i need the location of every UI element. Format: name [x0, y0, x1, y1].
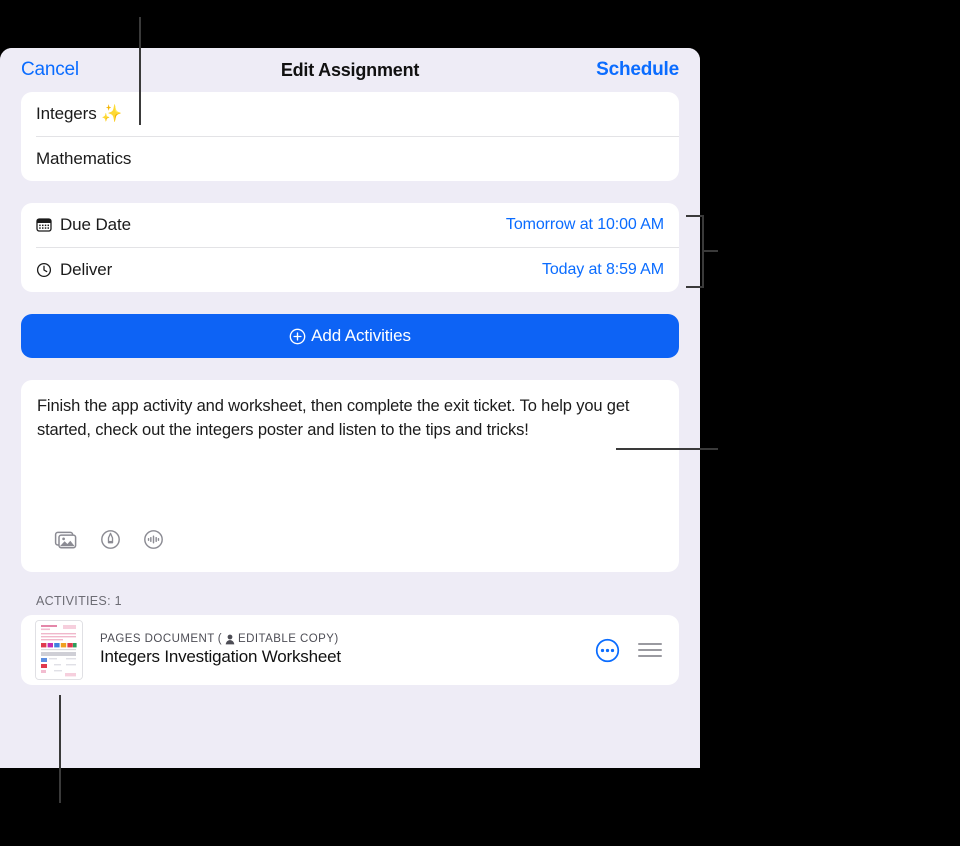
dates-card: Due Date Tomorrow at 10:00 AM Deliver To…	[21, 203, 679, 292]
callout-line-description	[616, 448, 718, 450]
description-toolbar	[54, 529, 164, 550]
activity-title: Integers Investigation Worksheet	[100, 647, 341, 666]
callout-line-activity	[59, 695, 61, 803]
description-card[interactable]: Finish the app activity and worksheet, t…	[21, 380, 679, 572]
assignment-fields-card: Integers ✨ Mathematics	[21, 92, 679, 181]
add-activities-label: Add Activities	[311, 326, 411, 345]
calendar-icon	[36, 217, 52, 233]
activity-copy-badge: EDITABLE COPY)	[238, 633, 339, 645]
activity-actions	[595, 638, 662, 663]
more-circle-icon[interactable]	[595, 638, 620, 663]
deliver-label: Deliver	[60, 260, 113, 279]
cancel-button[interactable]: Cancel	[21, 59, 79, 81]
page-title: Edit Assignment	[280, 59, 420, 80]
add-activities-button[interactable]: Add Activities	[21, 314, 679, 358]
activity-kind-label: PAGES DOCUMENT	[100, 633, 215, 645]
audio-icon[interactable]	[143, 529, 164, 550]
drag-handle-icon[interactable]	[638, 643, 662, 657]
callout-bracket-dates	[686, 215, 704, 288]
callout-bracket-stub	[704, 250, 718, 252]
document-thumbnail	[35, 620, 83, 680]
deliver-value[interactable]: Today at 8:59 AM	[542, 261, 664, 279]
person-icon	[225, 634, 235, 645]
activities-section-header: ACTIVITIES: 1	[36, 594, 122, 608]
activity-row[interactable]: PAGES DOCUMENT ( EDITABLE COPY) Integers…	[21, 615, 679, 685]
photos-icon[interactable]	[54, 530, 78, 550]
markup-icon[interactable]	[100, 529, 121, 550]
deliver-row[interactable]: Deliver Today at 8:59 AM	[21, 248, 679, 292]
callout-line-title-field	[139, 17, 141, 125]
assignment-title-field[interactable]: Integers ✨	[21, 92, 679, 136]
assignment-subject-value: Mathematics	[36, 149, 132, 168]
plus-circle-icon	[289, 328, 306, 345]
navigation-bar: Cancel Edit Assignment Schedule	[0, 48, 700, 92]
assignment-subject-field[interactable]: Mathematics	[21, 137, 679, 181]
assignment-title-value: Integers ✨	[36, 104, 123, 123]
edit-assignment-sheet: Cancel Edit Assignment Schedule Integers…	[0, 48, 700, 768]
clock-icon	[36, 262, 52, 278]
due-date-value[interactable]: Tomorrow at 10:00 AM	[506, 216, 664, 234]
activity-info: PAGES DOCUMENT ( EDITABLE COPY) Integers…	[100, 633, 595, 667]
activity-kind-line: PAGES DOCUMENT ( EDITABLE COPY)	[100, 633, 595, 645]
schedule-button[interactable]: Schedule	[596, 59, 679, 81]
due-date-row[interactable]: Due Date Tomorrow at 10:00 AM	[21, 203, 679, 247]
due-date-label: Due Date	[60, 215, 132, 234]
description-text: Finish the app activity and worksheet, t…	[37, 397, 630, 439]
activity-copy-paren-open: (	[217, 633, 222, 645]
